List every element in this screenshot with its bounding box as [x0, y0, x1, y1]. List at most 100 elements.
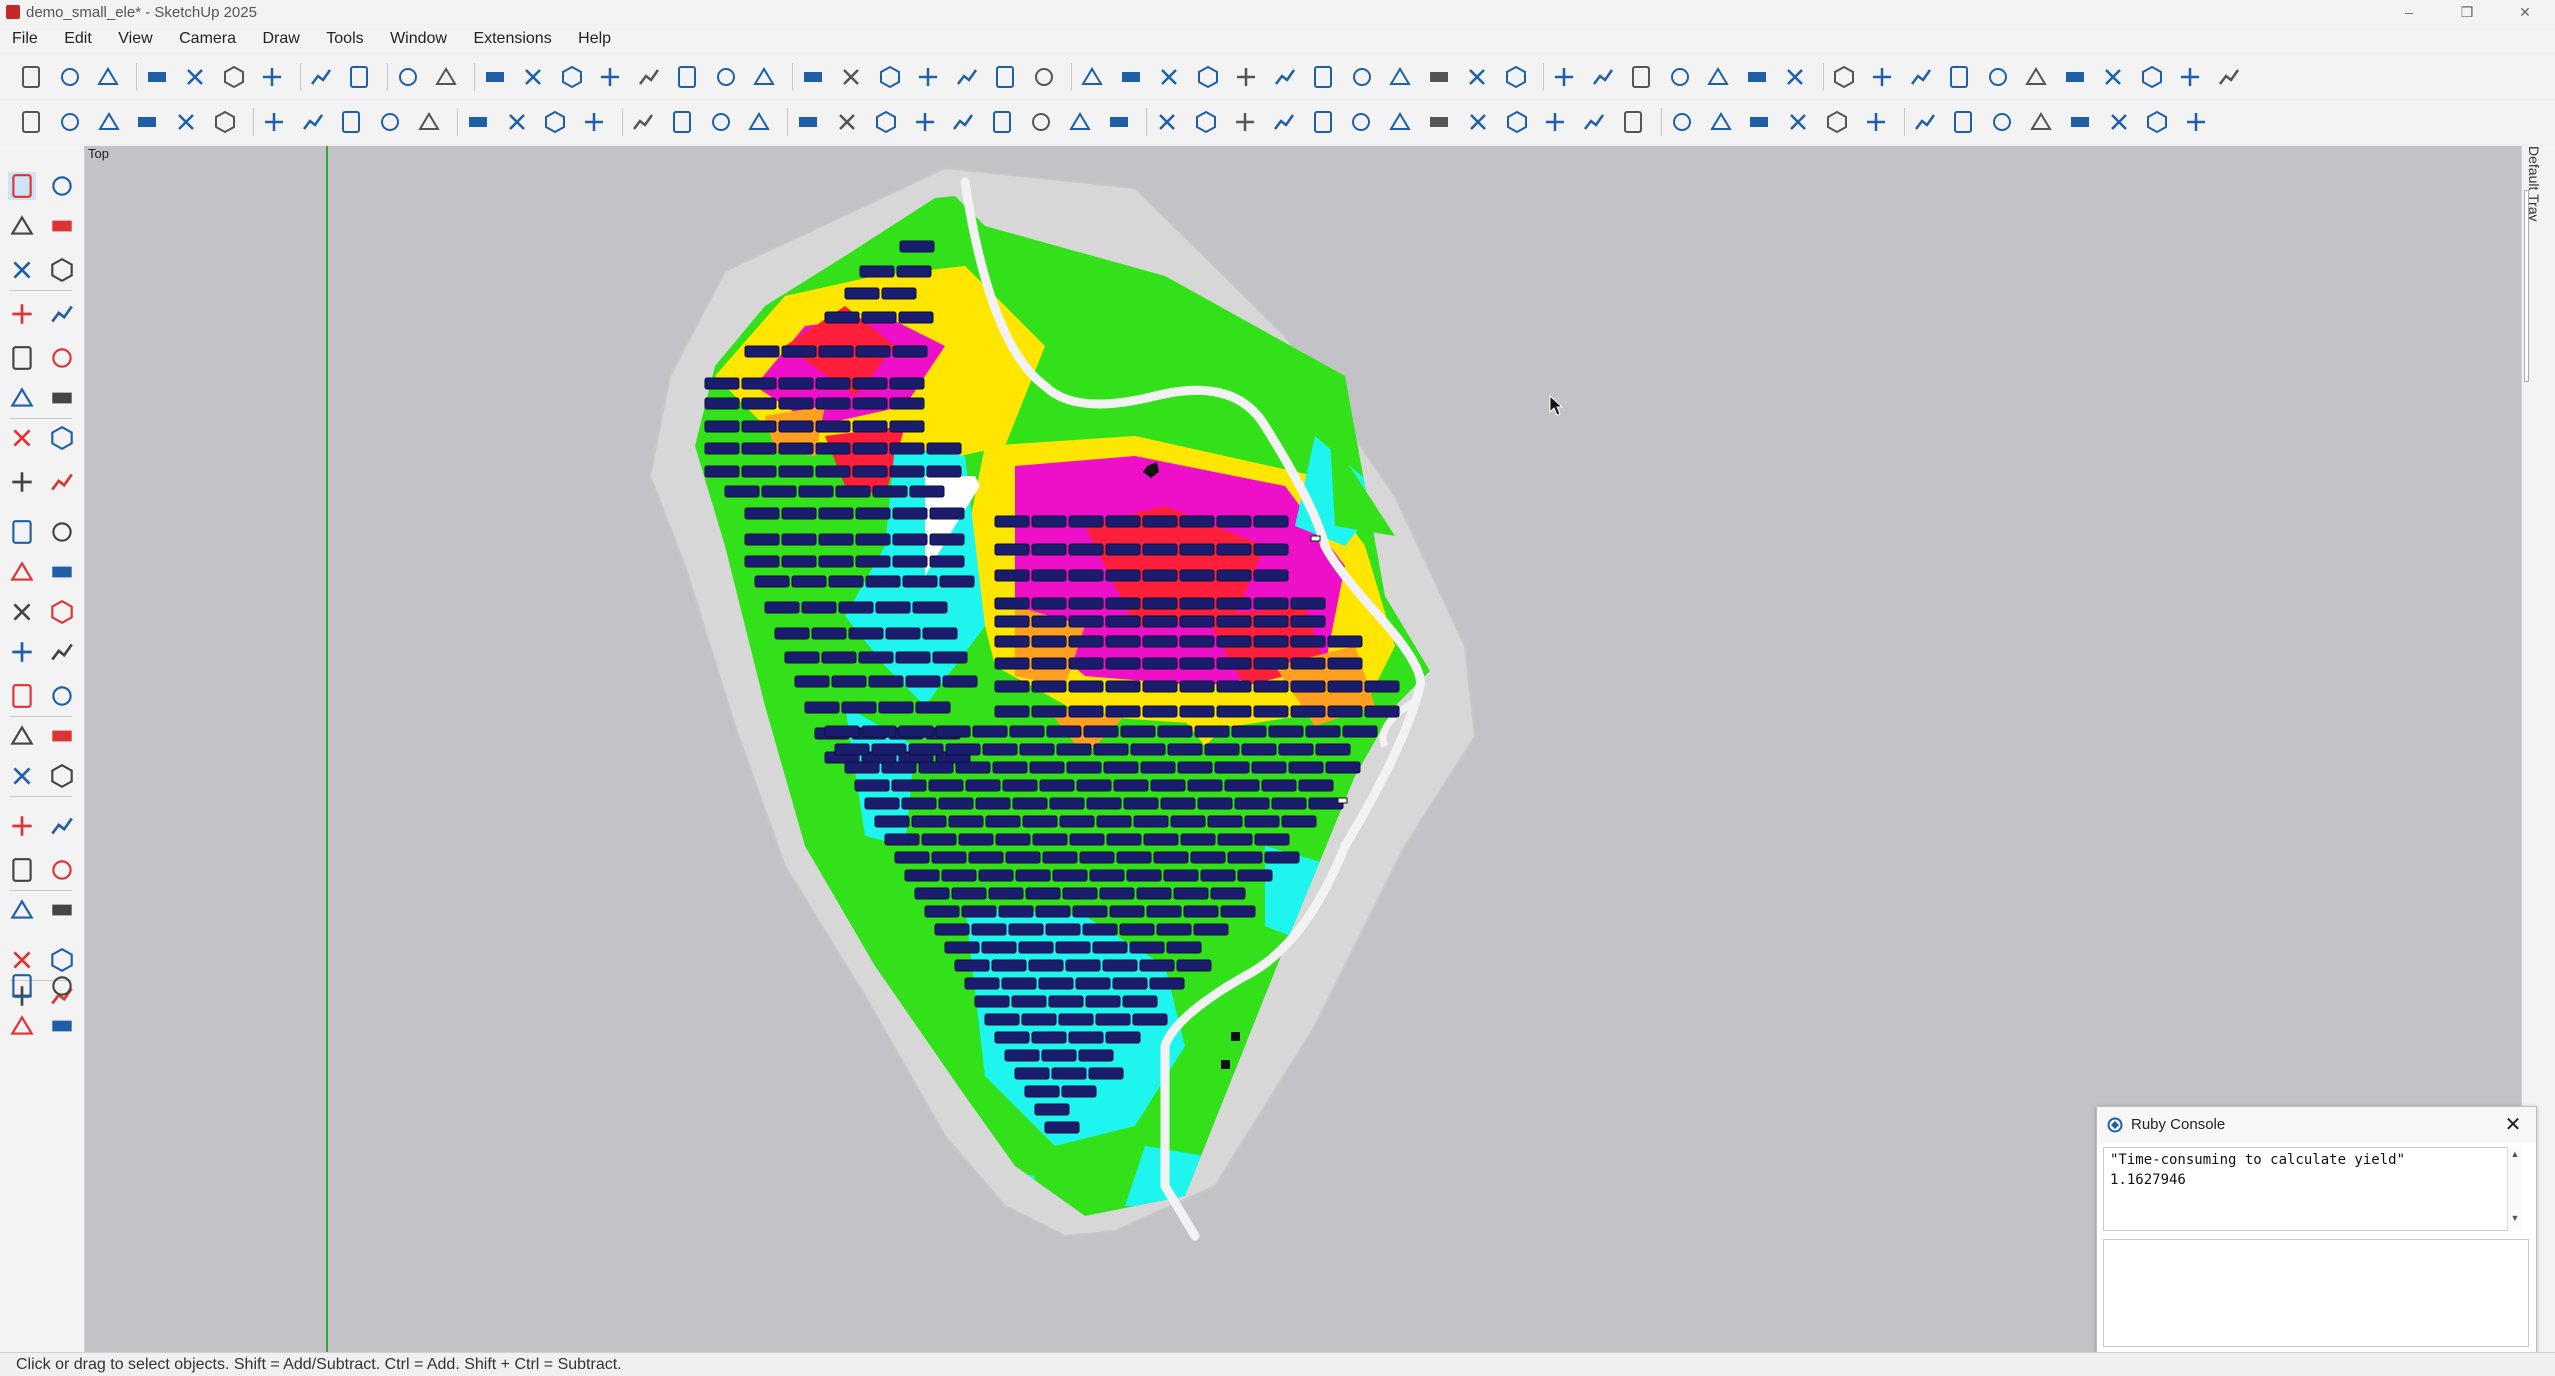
panel-icon[interactable] [1387, 64, 1413, 90]
bi-icon[interactable] [1989, 109, 2015, 135]
road-icon[interactable] [1985, 64, 2011, 90]
xray-icon[interactable] [751, 64, 777, 90]
scale-icon[interactable] [1426, 64, 1452, 90]
inverter-icon[interactable] [669, 109, 695, 135]
image-icon[interactable] [1232, 109, 1258, 135]
building-icon[interactable] [1908, 64, 1934, 90]
link-icon[interactable] [912, 109, 938, 135]
spacing-icon[interactable] [1744, 64, 1770, 90]
3d-text-icon[interactable] [48, 762, 76, 790]
upload-icon[interactable] [1824, 109, 1850, 135]
text-icon[interactable] [1118, 64, 1144, 90]
measure-icon[interactable] [1667, 64, 1693, 90]
menu-file[interactable]: File [0, 25, 49, 52]
menu-draw[interactable]: Draw [251, 25, 310, 52]
slider-icon[interactable] [1387, 109, 1413, 135]
ruler-icon[interactable] [1154, 109, 1180, 135]
scroll-up-icon[interactable]: ▲ [2508, 1147, 2522, 1161]
follow-me-icon[interactable] [48, 558, 76, 586]
frame-icon[interactable] [134, 109, 160, 135]
previous-view-icon[interactable] [48, 896, 76, 924]
iso-view-icon[interactable] [482, 64, 508, 90]
cross-icon[interactable] [1310, 109, 1336, 135]
ruby-console-close-button[interactable]: ✕ [2501, 1113, 2525, 1137]
refresh-icon[interactable] [1863, 109, 1889, 135]
minimize-button[interactable]: – [2386, 0, 2432, 24]
left-view-icon[interactable] [674, 64, 700, 90]
circle-icon[interactable] [8, 384, 36, 412]
dropbox-icon[interactable] [1426, 109, 1452, 135]
protractor-icon[interactable] [48, 638, 76, 666]
crop-icon[interactable] [2106, 109, 2132, 135]
freehand-icon[interactable] [48, 300, 76, 328]
snowflake-icon[interactable] [2023, 64, 2049, 90]
module-flat-icon[interactable] [377, 109, 403, 135]
sun-icon[interactable] [57, 109, 83, 135]
lasso-icon[interactable] [48, 172, 76, 200]
maximize-button[interactable]: ❐ [2444, 0, 2490, 24]
network-icon[interactable] [2177, 64, 2203, 90]
backedges-icon[interactable] [800, 64, 826, 90]
offset-icon[interactable] [48, 598, 76, 626]
hide-icon[interactable] [1464, 64, 1490, 90]
new-file-icon[interactable] [18, 64, 44, 90]
tray-scrollbar[interactable] [2524, 190, 2529, 382]
money-icon[interactable] [1504, 109, 1530, 135]
protractor-angle-icon[interactable] [8, 722, 36, 750]
model-info-icon[interactable] [433, 64, 459, 90]
menu-view[interactable]: View [107, 25, 163, 52]
menu-extensions[interactable]: Extensions [462, 25, 562, 52]
loss-icon[interactable] [1950, 109, 1976, 135]
dimension-tool-icon[interactable] [48, 682, 76, 710]
save-icon[interactable] [95, 64, 121, 90]
tools-layer-icon[interactable] [48, 972, 76, 1000]
database-icon[interactable] [1912, 109, 1938, 135]
split-icon[interactable] [2062, 64, 2088, 90]
select-icon[interactable] [8, 172, 36, 200]
cable-icon[interactable] [581, 109, 607, 135]
route-icon[interactable] [2139, 64, 2165, 90]
polygon-icon[interactable] [48, 384, 76, 412]
menu-camera[interactable]: Camera [168, 25, 247, 52]
menu-edit[interactable]: Edit [53, 25, 103, 52]
ground-icon[interactable] [873, 109, 899, 135]
undo-icon[interactable] [308, 64, 334, 90]
crosshair-icon[interactable] [1233, 64, 1259, 90]
connect-icon[interactable] [708, 109, 734, 135]
walk-icon[interactable] [48, 946, 76, 974]
move-icon[interactable] [8, 518, 36, 546]
lock-icon[interactable] [1782, 64, 1808, 90]
paste-icon[interactable] [221, 64, 247, 90]
monochrome-icon[interactable] [992, 64, 1018, 90]
mountain-icon[interactable] [212, 109, 238, 135]
terrain-icon[interactable] [173, 109, 199, 135]
scroll-down-icon[interactable]: ▼ [2508, 1211, 2522, 1225]
gear-icon[interactable] [1669, 109, 1695, 135]
open-folder-icon[interactable] [57, 64, 83, 90]
fence-icon[interactable] [1349, 64, 1375, 90]
print-icon[interactable] [395, 64, 421, 90]
grid-icon[interactable] [1946, 64, 1972, 90]
push-pull-icon[interactable] [48, 518, 76, 546]
kwh-icon[interactable] [1542, 109, 1568, 135]
two-point-arc-icon[interactable] [48, 424, 76, 452]
scale-tool-icon[interactable] [8, 598, 36, 626]
rotate-icon[interactable] [8, 558, 36, 586]
cloud-icon[interactable] [1106, 109, 1132, 135]
wireframe-icon[interactable] [838, 64, 864, 90]
slope-icon[interactable] [1831, 64, 1857, 90]
curve-icon[interactable] [795, 109, 821, 135]
position-camera-icon[interactable] [8, 946, 36, 974]
stack-icon[interactable] [8, 1012, 36, 1040]
combiner-icon[interactable] [1067, 109, 1093, 135]
rotated-rectangle-icon[interactable] [48, 344, 76, 372]
axes-orbit-icon[interactable] [8, 762, 36, 790]
language-icon[interactable] [1746, 109, 1772, 135]
back-view-icon[interactable] [636, 64, 662, 90]
percent-icon[interactable] [465, 109, 491, 135]
component-icon[interactable] [8, 256, 36, 284]
help-icon[interactable] [1785, 109, 1811, 135]
house-icon[interactable] [1079, 64, 1105, 90]
settings-layer-icon[interactable] [8, 972, 36, 1000]
bottom-view-icon[interactable] [713, 64, 739, 90]
